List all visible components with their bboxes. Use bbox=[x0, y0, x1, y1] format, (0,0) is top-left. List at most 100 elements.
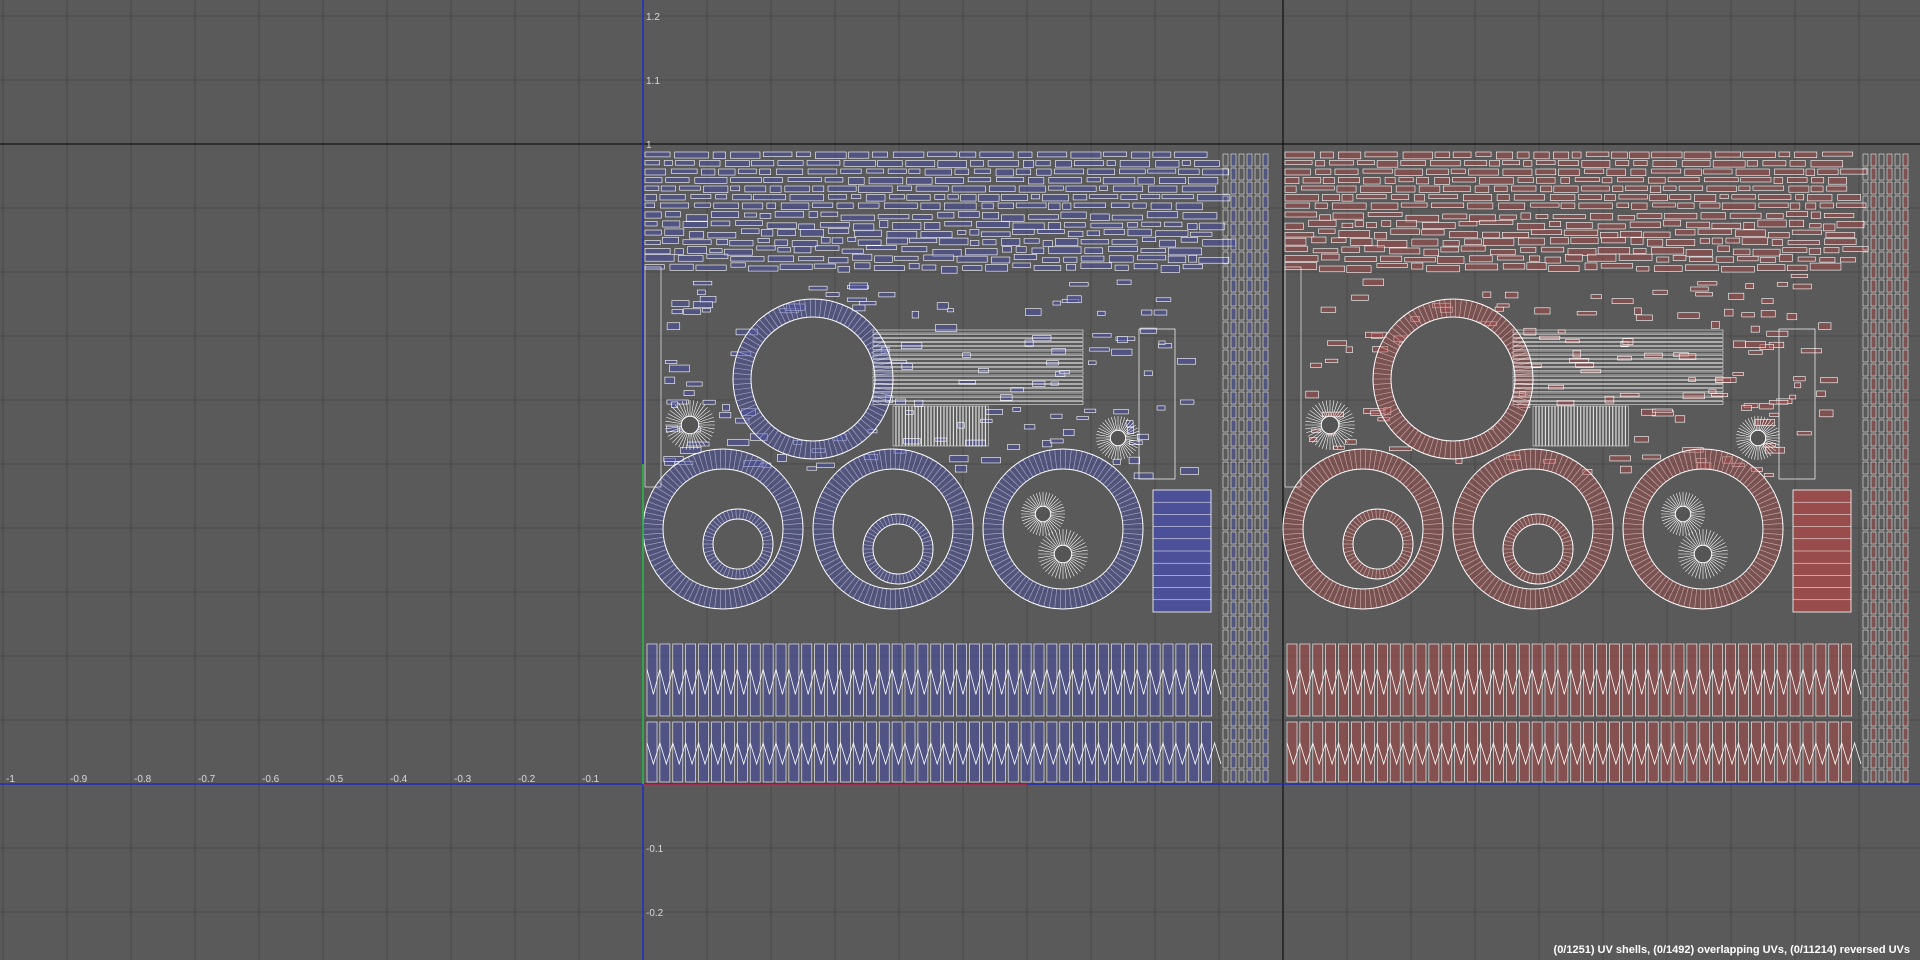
uv-strip-shell bbox=[1606, 405, 1610, 447]
uv-shell bbox=[851, 194, 862, 199]
uv-column-shell bbox=[1902, 643, 1909, 657]
uv-shell bbox=[879, 220, 889, 228]
uv-column-shell bbox=[1886, 447, 1893, 461]
uv-tooth-shell bbox=[1111, 643, 1122, 717]
uv-column-shell bbox=[1230, 475, 1237, 489]
uv-strip-shell bbox=[1512, 346, 1724, 351]
uv-column-shell bbox=[1254, 447, 1261, 461]
uv-grid-canvas[interactable]: -1 -0.9 -0.8 -0.7 -0.6 -0.5 -0.4 -0.3 -0.2 -0.11.… bbox=[0, 0, 1920, 960]
uv-column-shell bbox=[1246, 237, 1253, 251]
uv-column-shell bbox=[1870, 503, 1877, 517]
uv-column-shell bbox=[1262, 265, 1269, 279]
uv-column-shell bbox=[1138, 328, 1176, 480]
uv-column-shell bbox=[1238, 699, 1245, 713]
uv-shell bbox=[1729, 212, 1762, 219]
uv-column-shell bbox=[1878, 685, 1885, 699]
uv-strip-shell bbox=[1512, 384, 1724, 388]
uv-tooth-shell bbox=[1609, 643, 1620, 717]
uv-shell bbox=[873, 265, 905, 271]
uv-strip-shell bbox=[927, 405, 931, 447]
uv-shell bbox=[1063, 429, 1075, 436]
uv-shell bbox=[1686, 221, 1710, 229]
u-axis-tick-label: -0.7 bbox=[198, 774, 216, 785]
uv-column-shell bbox=[1238, 293, 1245, 307]
uv-tooth-shell bbox=[1007, 643, 1019, 717]
uv-column-shell bbox=[1894, 699, 1901, 713]
uv-shell bbox=[709, 248, 723, 254]
uv-shell bbox=[1422, 222, 1456, 229]
uv-column-shell bbox=[1862, 475, 1869, 489]
uv-shell bbox=[1776, 282, 1788, 287]
uv-editor-viewport[interactable]: -1 -0.9 -0.8 -0.7 -0.6 -0.5 -0.4 -0.3 -0.2 -0.1 1.… bbox=[0, 0, 1920, 960]
uv-column-shell bbox=[1862, 153, 1869, 167]
uv-tooth-shell bbox=[1286, 721, 1298, 783]
uv-shell bbox=[1099, 185, 1108, 191]
uv-column-shell bbox=[1886, 699, 1893, 713]
uv-tooth-shell bbox=[1098, 721, 1109, 783]
uv-column-shell bbox=[1886, 587, 1893, 601]
uv-column-shell bbox=[1870, 195, 1877, 209]
uv-tooth-shell bbox=[1377, 643, 1388, 717]
uv-shell bbox=[1102, 177, 1136, 185]
uv-shell bbox=[1816, 390, 1826, 397]
axis-labels: -1 -0.9 -0.8 -0.7 -0.6 -0.5 -0.4 -0.3 -0.2 -0.11.… bbox=[6, 12, 664, 919]
uv-shell bbox=[1046, 360, 1059, 366]
uv-strip-shell bbox=[1612, 405, 1616, 447]
uv-shell bbox=[1535, 214, 1549, 219]
uv-shell bbox=[1761, 298, 1774, 304]
uv-column-shell bbox=[1222, 769, 1229, 783]
uv-column-shell bbox=[1238, 503, 1245, 517]
uv-shell bbox=[848, 151, 870, 159]
uv-tooth-shell bbox=[878, 721, 890, 783]
uv-shell bbox=[1062, 202, 1072, 210]
uv-shell bbox=[644, 202, 655, 208]
uv-shell bbox=[1622, 338, 1634, 345]
uv-shell bbox=[1345, 346, 1353, 353]
uv-column-shell bbox=[1878, 755, 1885, 769]
uv-tooth-shell bbox=[1377, 721, 1388, 783]
uv-column-shell bbox=[1862, 755, 1869, 769]
uv-shell bbox=[1188, 255, 1198, 263]
uv-shell bbox=[753, 194, 786, 201]
uv-column-shell bbox=[1254, 223, 1261, 237]
uv-column-shell bbox=[1238, 447, 1245, 461]
uv-tooth-shell bbox=[943, 643, 955, 717]
uv-column-shell bbox=[1262, 391, 1269, 405]
uv-column-shell bbox=[1862, 573, 1869, 587]
uv-column-shell bbox=[1238, 643, 1245, 657]
uv-shell bbox=[1402, 151, 1433, 160]
uv-column-shell bbox=[1254, 349, 1261, 363]
uv-column-shell bbox=[1222, 657, 1229, 671]
uv-column-shell bbox=[1246, 405, 1253, 419]
uv-strip-shell bbox=[1512, 388, 1724, 393]
uv-shell bbox=[1423, 248, 1439, 257]
uv-shell bbox=[815, 151, 847, 159]
uv-shell bbox=[1535, 160, 1556, 165]
uv-shell bbox=[1055, 238, 1079, 246]
uv-column-shell bbox=[1902, 755, 1909, 769]
uv-strip-shell bbox=[1512, 329, 1724, 334]
uv-column-shell bbox=[1262, 601, 1269, 615]
uv-shell bbox=[1733, 340, 1746, 348]
uv-column-shell bbox=[1894, 153, 1901, 167]
uv-column-shell bbox=[1254, 363, 1261, 377]
uv-column-shell bbox=[1262, 657, 1269, 671]
uv-column-shell bbox=[1894, 405, 1901, 419]
uv-column-shell bbox=[1878, 601, 1885, 615]
uv-shell bbox=[1618, 253, 1653, 261]
uv-column-shell bbox=[1230, 461, 1237, 475]
uv-shell bbox=[1308, 219, 1337, 227]
uv-column-shell bbox=[1238, 181, 1245, 195]
uv-column-shell bbox=[1222, 587, 1229, 601]
uv-shell bbox=[1167, 255, 1187, 264]
uv-column-shell bbox=[1902, 307, 1909, 321]
uv-shell bbox=[1036, 168, 1052, 176]
uv-shell bbox=[1080, 262, 1112, 269]
uv-shell bbox=[1301, 185, 1335, 191]
uv-shell bbox=[671, 309, 683, 315]
uv-column-shell bbox=[1902, 181, 1909, 195]
uv-shell bbox=[1548, 265, 1580, 272]
uv-shell bbox=[1362, 278, 1384, 286]
uv-shell bbox=[1152, 151, 1172, 158]
uv-shell bbox=[1517, 222, 1545, 231]
